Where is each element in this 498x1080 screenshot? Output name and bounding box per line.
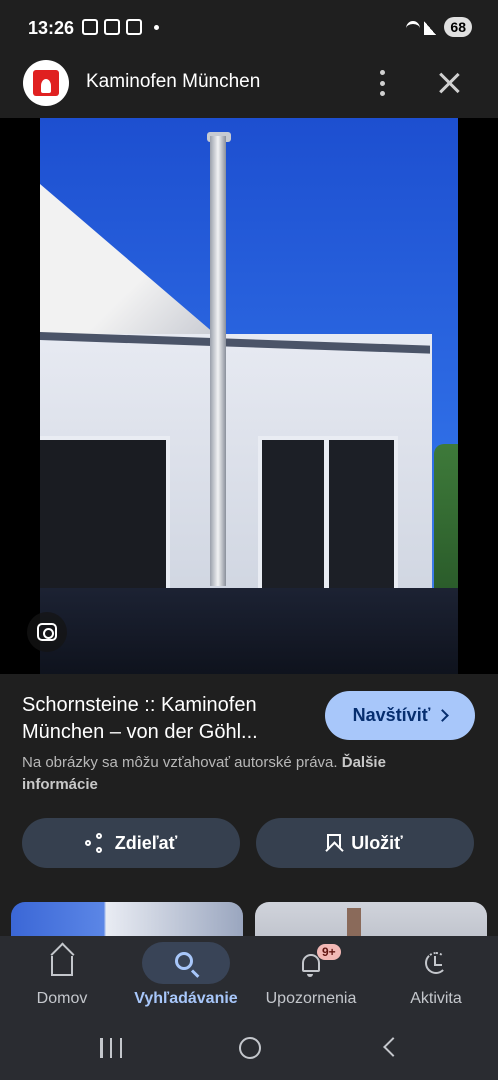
wifi-signal-icon bbox=[406, 19, 437, 35]
nav-home[interactable]: Domov bbox=[0, 942, 124, 1022]
site-title[interactable]: Kaminofen München bbox=[86, 71, 260, 93]
flame-logo-icon bbox=[23, 60, 69, 106]
bottom-navigation: Domov Vyhľadávanie 9+ Upozornenia Aktivi… bbox=[0, 936, 498, 1026]
chevron-right-icon bbox=[436, 709, 450, 722]
result-title[interactable]: Schornsteine :: Kaminofen München – von … bbox=[22, 692, 312, 746]
save-label: Uložiť bbox=[351, 832, 403, 853]
google-lens-icon[interactable] bbox=[27, 612, 67, 652]
news-icon bbox=[104, 19, 120, 35]
image-viewer bbox=[0, 118, 498, 674]
nav-notifications[interactable]: 9+ Upozornenia bbox=[249, 942, 373, 1022]
visit-label: Navštíviť bbox=[352, 705, 431, 725]
nav-label: Upozornenia bbox=[265, 990, 357, 1007]
nav-label: Aktivita bbox=[410, 990, 462, 1007]
status-right: 68 bbox=[406, 17, 472, 37]
battery-level: 68 bbox=[444, 17, 472, 37]
nav-label: Domov bbox=[36, 990, 88, 1007]
bookmark-icon bbox=[327, 834, 342, 852]
nav-activity[interactable]: Aktivita bbox=[374, 942, 498, 1022]
system-navigation-bar bbox=[0, 1026, 498, 1080]
share-icon bbox=[84, 833, 105, 853]
more-vert-icon[interactable] bbox=[372, 68, 392, 98]
recents-icon[interactable] bbox=[100, 1038, 122, 1058]
status-time: 13:26 bbox=[28, 18, 75, 38]
screenshot-icon bbox=[82, 19, 98, 35]
bell-icon bbox=[302, 954, 320, 977]
back-icon[interactable] bbox=[383, 1037, 403, 1057]
notification-badge: 9+ bbox=[317, 944, 341, 960]
home-button-icon[interactable] bbox=[239, 1037, 261, 1059]
home-icon bbox=[51, 956, 73, 976]
nav-label: Vyhľadávanie bbox=[134, 990, 238, 1007]
activity-icon bbox=[425, 952, 447, 974]
visit-button[interactable]: Navštíviť bbox=[325, 691, 475, 740]
app-icon bbox=[126, 19, 142, 35]
copyright-text: Na obrázky sa môžu vzťahovať autorské pr… bbox=[22, 754, 338, 771]
more-notifications-icon bbox=[154, 24, 159, 30]
search-icon bbox=[175, 952, 193, 970]
notification-icons bbox=[82, 19, 159, 35]
nav-search[interactable]: Vyhľadávanie bbox=[124, 942, 248, 1022]
share-label: Zdieľať bbox=[114, 832, 178, 853]
status-bar: 13:26 68 bbox=[0, 0, 498, 58]
share-button[interactable]: Zdieľať bbox=[22, 818, 240, 868]
result-info-panel: Schornsteine :: Kaminofen München – von … bbox=[0, 674, 498, 942]
copyright-notice: Na obrázky sa môžu vzťahovať autorské pr… bbox=[22, 752, 432, 796]
close-icon[interactable] bbox=[434, 68, 464, 98]
viewer-header: Kaminofen München bbox=[0, 58, 498, 118]
save-button[interactable]: Uložiť bbox=[256, 818, 474, 868]
result-image[interactable] bbox=[40, 118, 458, 674]
